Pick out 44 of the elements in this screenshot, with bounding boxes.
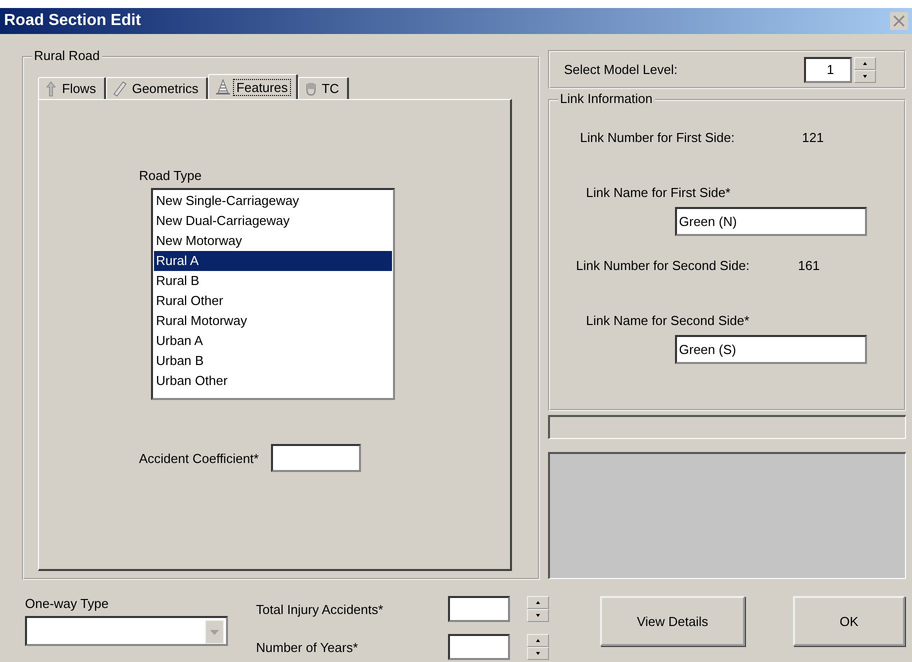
list-item[interactable]: New Dual-Carriageway <box>154 211 392 231</box>
tab[interactable]: Features <box>208 74 298 99</box>
spin-buttons[interactable] <box>854 56 876 82</box>
list-item[interactable]: Rural A <box>154 251 392 271</box>
one-way-type-label: One-way Type <box>25 596 110 611</box>
cone-icon <box>215 79 232 95</box>
accident-coefficient-field[interactable] <box>270 444 361 472</box>
arrow-up-icon <box>45 80 57 96</box>
ruler-icon <box>112 80 127 96</box>
group-title: Link Information <box>558 91 654 106</box>
list-item[interactable]: Rural B <box>154 271 392 291</box>
link-name-field[interactable]: Green (S) <box>675 335 867 364</box>
hand-icon <box>304 80 317 96</box>
spin-buttons[interactable] <box>527 596 549 622</box>
link-number-label: Link Number for Second Side: <box>576 258 750 273</box>
total-injury-accidents-label: Total Injury Accidents* <box>256 602 384 616</box>
tab[interactable]: Geometrics <box>106 77 208 99</box>
view-details-button[interactable]: View Details <box>600 596 745 646</box>
road-type-label: Road Type <box>139 168 203 183</box>
model-level-label: Select Model Level: <box>564 62 678 77</box>
spin-buttons[interactable] <box>527 634 549 660</box>
link-number-value: 121 <box>802 130 824 145</box>
number-of-years-field[interactable] <box>448 634 510 660</box>
tab[interactable]: Flows <box>38 77 106 99</box>
link-number-value: 161 <box>798 258 820 273</box>
link-name-label: Link Name for Second Side* <box>586 313 750 328</box>
list-item[interactable]: New Single-Carriageway <box>154 191 392 211</box>
total-injury-accidents-field[interactable] <box>448 596 510 622</box>
tab[interactable]: TC <box>298 77 350 99</box>
list-item[interactable]: New Motorway <box>154 231 392 251</box>
list-item[interactable]: Urban Other <box>154 371 392 391</box>
list-item[interactable]: Rural Motorway <box>154 311 392 331</box>
list-item[interactable]: Urban A <box>154 331 392 351</box>
list-item[interactable]: Urban B <box>154 351 392 371</box>
link-name-field[interactable]: Green (N) <box>675 207 867 236</box>
model-level-field[interactable]: 1 <box>804 56 852 82</box>
link-name-label: Link Name for First Side* <box>586 185 732 200</box>
list-item[interactable]: Rural Other <box>154 291 392 311</box>
link-number-label: Link Number for First Side: <box>580 130 736 145</box>
accident-coefficient-label: Accident Coefficient* <box>139 450 259 466</box>
number-of-years-label: Number of Years* <box>256 640 359 654</box>
window-title: Road Section Edit <box>4 12 141 30</box>
ok-button[interactable]: OK <box>793 596 905 646</box>
group-title: Rural Road <box>32 48 102 63</box>
